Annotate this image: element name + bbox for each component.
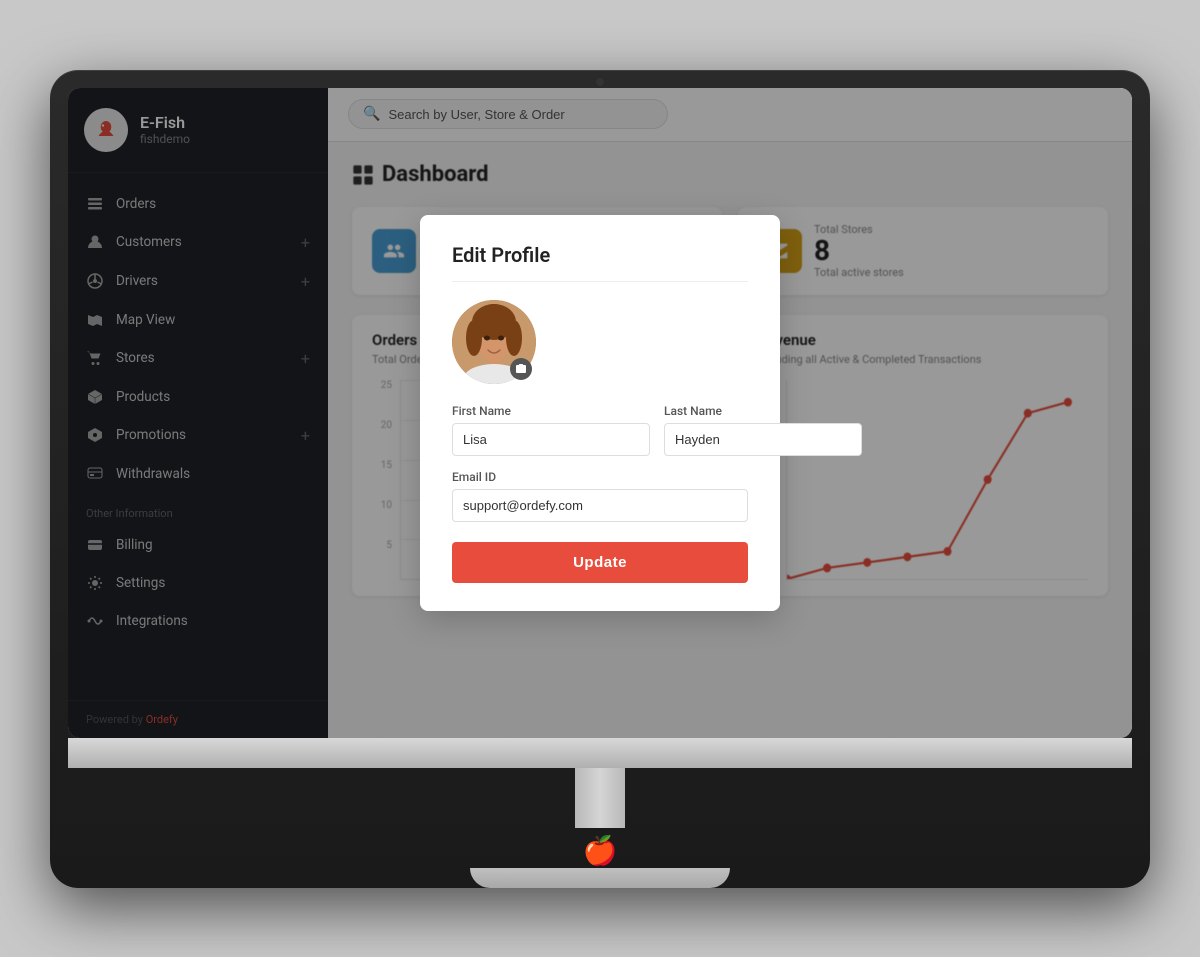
last-name-group: Last Name (664, 404, 862, 456)
monitor-bezel: E-Fish fishdemo O (68, 88, 1132, 738)
first-name-label: First Name (452, 404, 650, 418)
email-group: Email ID (452, 470, 748, 522)
edit-profile-modal: Edit Profile (420, 215, 780, 611)
last-name-input[interactable] (664, 423, 862, 456)
profile-avatar-wrap[interactable] (452, 300, 536, 384)
first-name-input[interactable] (452, 423, 650, 456)
email-input[interactable] (452, 489, 748, 522)
camera-badge[interactable] (510, 358, 532, 380)
screen: E-Fish fishdemo O (68, 88, 1132, 738)
email-label: Email ID (452, 470, 748, 484)
update-button[interactable]: Update (452, 542, 748, 583)
apple-logo-area: 🍎 (580, 828, 620, 868)
monitor-neck (575, 768, 625, 828)
modal-title: Edit Profile (452, 243, 748, 282)
main-content: 🔍 (328, 88, 1132, 738)
avatar-section (452, 300, 748, 384)
monitor-camera (596, 78, 604, 86)
monitor-stand (68, 738, 1132, 768)
first-name-group: First Name (452, 404, 650, 456)
monitor-foot (470, 868, 730, 888)
name-row: First Name Last Name (452, 404, 748, 456)
last-name-label: Last Name (664, 404, 862, 418)
modal-overlay[interactable]: Edit Profile (328, 88, 1132, 738)
monitor-container: E-Fish fishdemo O (50, 70, 1150, 888)
